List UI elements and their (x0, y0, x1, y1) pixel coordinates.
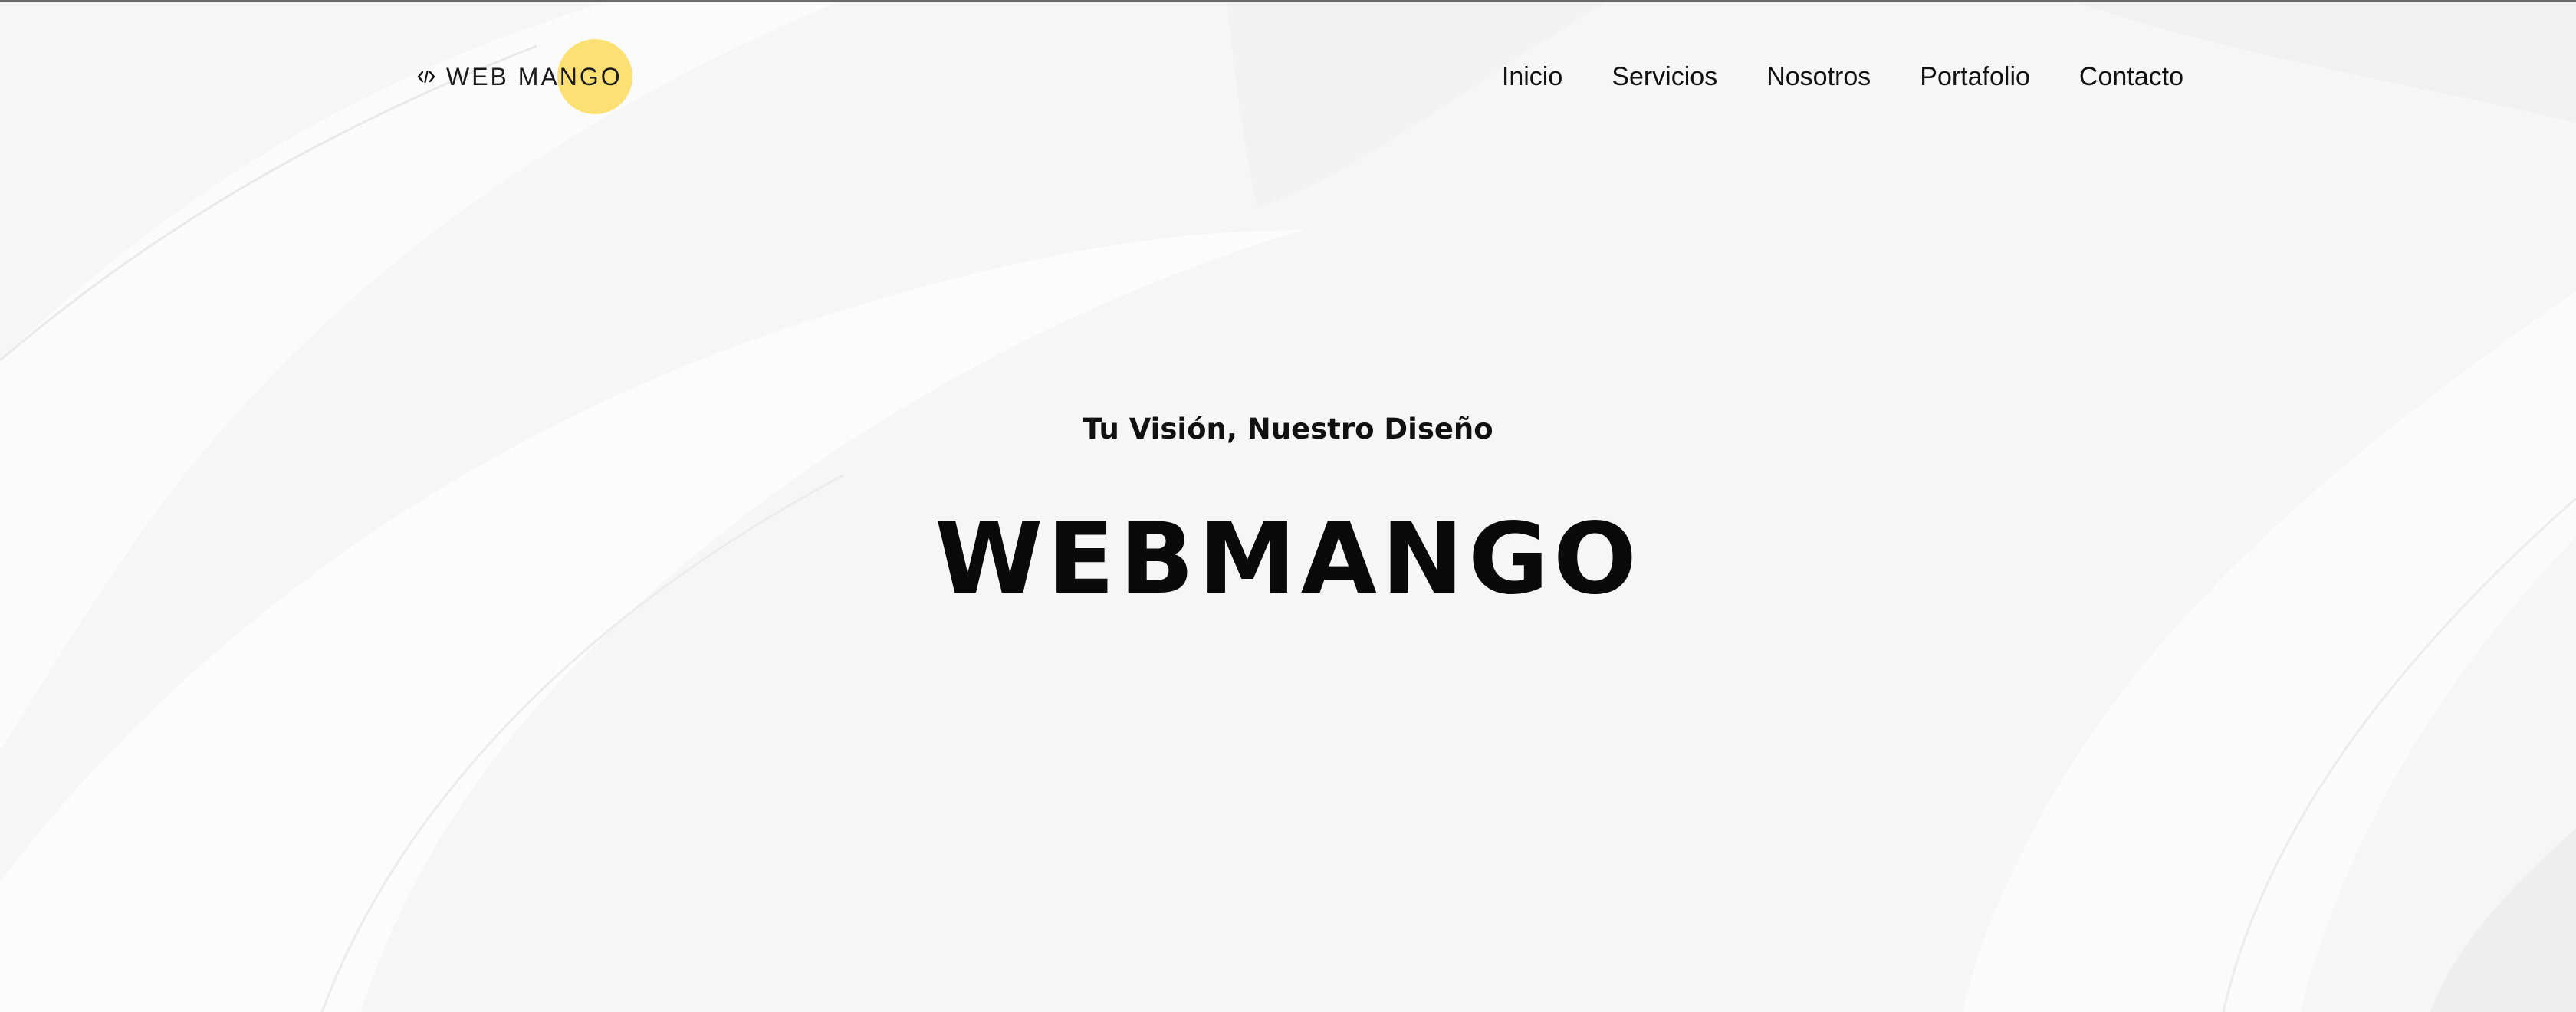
hero-section: Tu Visión, Nuestro Diseño WEBMANGO (0, 0, 2576, 1012)
landing-page: WEB MANGO Inicio Servicios Nosotros Port… (0, 0, 2576, 1012)
hero-title: WEBMANGO (935, 502, 1641, 616)
hero-tagline-text: Tu Visión, Nuestro Diseño (1083, 412, 1493, 445)
hero-tagline: Tu Visión, Nuestro Diseño (0, 412, 2576, 445)
